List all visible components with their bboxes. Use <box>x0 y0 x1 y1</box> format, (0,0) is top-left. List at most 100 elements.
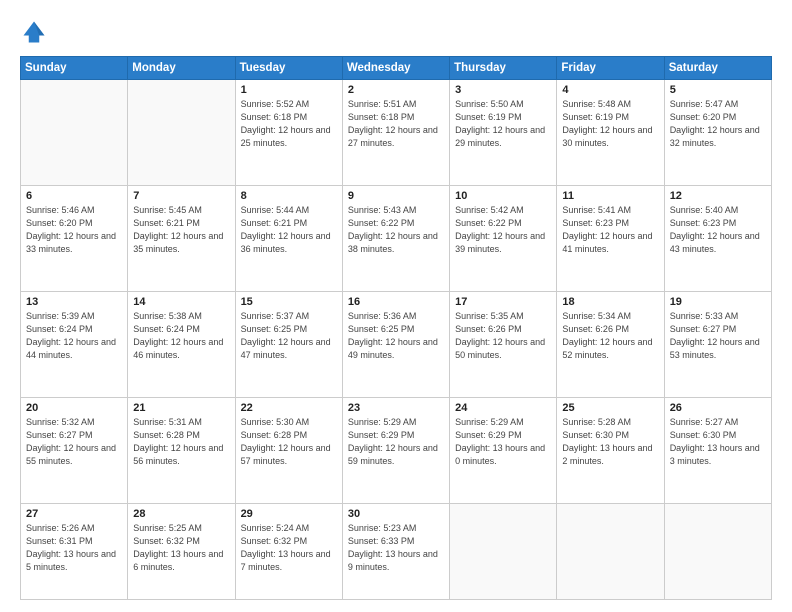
day-number: 11 <box>562 190 658 202</box>
cell-info: Sunrise: 5:26 AMSunset: 6:31 PMDaylight:… <box>26 522 122 574</box>
cell-info: Sunrise: 5:40 AMSunset: 6:23 PMDaylight:… <box>670 204 766 256</box>
calendar-cell: 13 Sunrise: 5:39 AMSunset: 6:24 PMDayligh… <box>21 291 128 397</box>
calendar-cell <box>557 503 664 599</box>
day-number: 22 <box>241 402 337 414</box>
day-number: 15 <box>241 296 337 308</box>
weekday-header-thursday: Thursday <box>450 57 557 80</box>
day-number: 23 <box>348 402 444 414</box>
day-number: 3 <box>455 84 551 96</box>
cell-info: Sunrise: 5:25 AMSunset: 6:32 PMDaylight:… <box>133 522 229 574</box>
calendar-cell: 12 Sunrise: 5:40 AMSunset: 6:23 PMDayligh… <box>664 185 771 291</box>
calendar-cell: 17 Sunrise: 5:35 AMSunset: 6:26 PMDayligh… <box>450 291 557 397</box>
calendar-cell: 2 Sunrise: 5:51 AMSunset: 6:18 PMDaylight… <box>342 80 449 186</box>
calendar-cell: 18 Sunrise: 5:34 AMSunset: 6:26 PMDayligh… <box>557 291 664 397</box>
cell-info: Sunrise: 5:47 AMSunset: 6:20 PMDaylight:… <box>670 98 766 150</box>
day-number: 20 <box>26 402 122 414</box>
day-number: 30 <box>348 508 444 520</box>
calendar-cell: 11 Sunrise: 5:41 AMSunset: 6:23 PMDayligh… <box>557 185 664 291</box>
calendar-cell: 15 Sunrise: 5:37 AMSunset: 6:25 PMDayligh… <box>235 291 342 397</box>
calendar-cell: 3 Sunrise: 5:50 AMSunset: 6:19 PMDaylight… <box>450 80 557 186</box>
cell-info: Sunrise: 5:48 AMSunset: 6:19 PMDaylight:… <box>562 98 658 150</box>
calendar-cell <box>128 80 235 186</box>
cell-info: Sunrise: 5:30 AMSunset: 6:28 PMDaylight:… <box>241 416 337 468</box>
cell-info: Sunrise: 5:23 AMSunset: 6:33 PMDaylight:… <box>348 522 444 574</box>
weekday-header-monday: Monday <box>128 57 235 80</box>
cell-info: Sunrise: 5:29 AMSunset: 6:29 PMDaylight:… <box>348 416 444 468</box>
calendar-cell: 9 Sunrise: 5:43 AMSunset: 6:22 PMDaylight… <box>342 185 449 291</box>
day-number: 10 <box>455 190 551 202</box>
calendar-cell: 19 Sunrise: 5:33 AMSunset: 6:27 PMDayligh… <box>664 291 771 397</box>
cell-info: Sunrise: 5:28 AMSunset: 6:30 PMDaylight:… <box>562 416 658 468</box>
header <box>20 18 772 46</box>
calendar-cell: 16Sunrise: 5:36 AMSunset: 6:25 PMDayligh… <box>342 291 449 397</box>
day-number: 1 <box>241 84 337 96</box>
calendar-cell: 25 Sunrise: 5:28 AMSunset: 6:30 PMDayligh… <box>557 397 664 503</box>
day-number: 21 <box>133 402 229 414</box>
calendar-cell: 22 Sunrise: 5:30 AMSunset: 6:28 PMDayligh… <box>235 397 342 503</box>
weekday-header-tuesday: Tuesday <box>235 57 342 80</box>
day-number: 4 <box>562 84 658 96</box>
calendar-cell: 29Sunrise: 5:24 AMSunset: 6:32 PMDayligh… <box>235 503 342 599</box>
calendar-cell: 6Sunrise: 5:46 AMSunset: 6:20 PMDaylight… <box>21 185 128 291</box>
calendar-cell: 1 Sunrise: 5:52 AMSunset: 6:18 PMDaylight… <box>235 80 342 186</box>
calendar-cell <box>450 503 557 599</box>
cell-info: Sunrise: 5:44 AMSunset: 6:21 PMDaylight:… <box>241 204 337 256</box>
cell-info: Sunrise: 5:45 AMSunset: 6:21 PMDaylight:… <box>133 204 229 256</box>
calendar-cell: 4 Sunrise: 5:48 AMSunset: 6:19 PMDaylight… <box>557 80 664 186</box>
day-number: 18 <box>562 296 658 308</box>
day-number: 25 <box>562 402 658 414</box>
day-number: 28 <box>133 508 229 520</box>
calendar-cell: 28 Sunrise: 5:25 AMSunset: 6:32 PMDayligh… <box>128 503 235 599</box>
day-number: 5 <box>670 84 766 96</box>
cell-info: Sunrise: 5:38 AMSunset: 6:24 PMDaylight:… <box>133 310 229 362</box>
cell-info: Sunrise: 5:46 AMSunset: 6:20 PMDaylight:… <box>26 204 122 256</box>
day-number: 9 <box>348 190 444 202</box>
day-number: 8 <box>241 190 337 202</box>
day-number: 24 <box>455 402 551 414</box>
cell-info: Sunrise: 5:42 AMSunset: 6:22 PMDaylight:… <box>455 204 551 256</box>
weekday-header-row: SundayMondayTuesdayWednesdayThursdayFrid… <box>21 57 772 80</box>
calendar-cell: 24 Sunrise: 5:29 AMSunset: 6:29 PMDayligh… <box>450 397 557 503</box>
day-number: 13 <box>26 296 122 308</box>
calendar-week-0: 1 Sunrise: 5:52 AMSunset: 6:18 PMDaylight… <box>21 80 772 186</box>
calendar-week-3: 20Sunrise: 5:32 AMSunset: 6:27 PMDayligh… <box>21 397 772 503</box>
day-number: 12 <box>670 190 766 202</box>
cell-info: Sunrise: 5:36 AMSunset: 6:25 PMDaylight:… <box>348 310 444 362</box>
cell-info: Sunrise: 5:43 AMSunset: 6:22 PMDaylight:… <box>348 204 444 256</box>
day-number: 26 <box>670 402 766 414</box>
cell-info: Sunrise: 5:33 AMSunset: 6:27 PMDaylight:… <box>670 310 766 362</box>
cell-info: Sunrise: 5:34 AMSunset: 6:26 PMDaylight:… <box>562 310 658 362</box>
cell-info: Sunrise: 5:27 AMSunset: 6:30 PMDaylight:… <box>670 416 766 468</box>
weekday-header-friday: Friday <box>557 57 664 80</box>
cell-info: Sunrise: 5:52 AMSunset: 6:18 PMDaylight:… <box>241 98 337 150</box>
cell-info: Sunrise: 5:29 AMSunset: 6:29 PMDaylight:… <box>455 416 551 468</box>
cell-info: Sunrise: 5:39 AMSunset: 6:24 PMDaylight:… <box>26 310 122 362</box>
calendar-cell: 7 Sunrise: 5:45 AMSunset: 6:21 PMDaylight… <box>128 185 235 291</box>
calendar-cell: 21 Sunrise: 5:31 AMSunset: 6:28 PMDayligh… <box>128 397 235 503</box>
day-number: 17 <box>455 296 551 308</box>
cell-info: Sunrise: 5:37 AMSunset: 6:25 PMDaylight:… <box>241 310 337 362</box>
day-number: 2 <box>348 84 444 96</box>
calendar-cell: 10 Sunrise: 5:42 AMSunset: 6:22 PMDayligh… <box>450 185 557 291</box>
day-number: 14 <box>133 296 229 308</box>
calendar-cell: 23 Sunrise: 5:29 AMSunset: 6:29 PMDayligh… <box>342 397 449 503</box>
calendar-cell: 30 Sunrise: 5:23 AMSunset: 6:33 PMDayligh… <box>342 503 449 599</box>
calendar-table: SundayMondayTuesdayWednesdayThursdayFrid… <box>20 56 772 600</box>
day-number: 19 <box>670 296 766 308</box>
cell-info: Sunrise: 5:24 AMSunset: 6:32 PMDaylight:… <box>241 522 337 574</box>
cell-info: Sunrise: 5:35 AMSunset: 6:26 PMDaylight:… <box>455 310 551 362</box>
cell-info: Sunrise: 5:31 AMSunset: 6:28 PMDaylight:… <box>133 416 229 468</box>
logo-icon <box>20 18 48 46</box>
cell-info: Sunrise: 5:51 AMSunset: 6:18 PMDaylight:… <box>348 98 444 150</box>
calendar-cell: 20Sunrise: 5:32 AMSunset: 6:27 PMDayligh… <box>21 397 128 503</box>
weekday-header-sunday: Sunday <box>21 57 128 80</box>
weekday-header-saturday: Saturday <box>664 57 771 80</box>
cell-info: Sunrise: 5:41 AMSunset: 6:23 PMDaylight:… <box>562 204 658 256</box>
calendar-cell: 8 Sunrise: 5:44 AMSunset: 6:21 PMDaylight… <box>235 185 342 291</box>
calendar-week-1: 6Sunrise: 5:46 AMSunset: 6:20 PMDaylight… <box>21 185 772 291</box>
calendar-week-2: 13 Sunrise: 5:39 AMSunset: 6:24 PMDayligh… <box>21 291 772 397</box>
day-number: 7 <box>133 190 229 202</box>
cell-info: Sunrise: 5:50 AMSunset: 6:19 PMDaylight:… <box>455 98 551 150</box>
weekday-header-wednesday: Wednesday <box>342 57 449 80</box>
calendar-week-4: 27Sunrise: 5:26 AMSunset: 6:31 PMDayligh… <box>21 503 772 599</box>
